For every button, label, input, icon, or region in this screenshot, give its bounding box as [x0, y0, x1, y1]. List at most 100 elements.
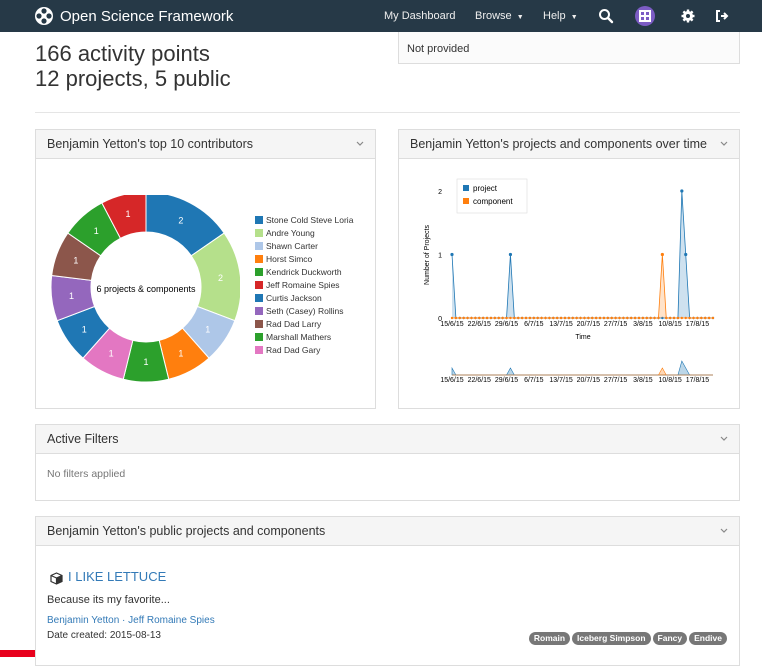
data-point-component[interactable]	[458, 316, 461, 320]
data-point-component[interactable]	[641, 316, 645, 320]
data-point-component[interactable]	[660, 252, 664, 257]
gear-icon[interactable]	[679, 7, 697, 25]
data-point-component[interactable]	[614, 316, 617, 320]
help-menu[interactable]: Help ▼	[543, 10, 578, 22]
tag-badge[interactable]: Fancy	[652, 632, 688, 645]
data-point-component[interactable]	[665, 316, 668, 320]
chevron-down-icon[interactable]	[719, 140, 729, 148]
data-point-component[interactable]	[626, 316, 629, 320]
data-point-component[interactable]	[532, 316, 536, 320]
data-point-component[interactable]	[711, 316, 715, 320]
contributors-legend: Stone Cold Steve Loria Andre Young Shawn C…	[255, 213, 353, 356]
chevron-down-icon[interactable]	[719, 527, 729, 535]
timeline-panel-header[interactable]: Benjamin Yetton's projects and component…	[399, 130, 739, 159]
user-avatar-icon[interactable]	[634, 5, 656, 27]
data-point-component[interactable]	[622, 316, 625, 320]
data-point-component[interactable]	[676, 316, 680, 320]
data-point-component[interactable]	[579, 316, 582, 320]
data-point-component[interactable]	[587, 316, 590, 320]
projects-count: 12 projects, 5 public	[35, 66, 231, 91]
project-contributors-link[interactable]: Benjamin Yetton · Jeff Romaine Spies	[47, 615, 215, 626]
data-point-component[interactable]	[450, 316, 454, 320]
data-point-project[interactable]	[680, 189, 684, 193]
data-point-component[interactable]	[555, 316, 559, 320]
data-point-component[interactable]	[610, 316, 613, 320]
data-point-component[interactable]	[481, 316, 485, 320]
tag-badge[interactable]: Romain	[528, 632, 571, 645]
data-point-component[interactable]	[598, 316, 602, 320]
data-point-component[interactable]	[544, 316, 547, 320]
data-point-component[interactable]	[536, 316, 539, 320]
data-point-component[interactable]	[692, 316, 695, 320]
data-point-component[interactable]	[466, 316, 469, 320]
data-point-component[interactable]	[501, 316, 504, 320]
tag-badge[interactable]: Endive	[689, 632, 727, 645]
data-point-component[interactable]	[704, 316, 707, 320]
data-point-component[interactable]	[591, 316, 594, 320]
data-point-component[interactable]	[454, 316, 458, 320]
data-point-component[interactable]	[668, 316, 672, 320]
search-icon[interactable]	[597, 7, 615, 25]
data-point-component[interactable]	[637, 316, 641, 320]
data-point-component[interactable]	[583, 316, 586, 320]
data-point-component[interactable]	[575, 316, 578, 320]
data-point-component[interactable]	[672, 316, 676, 320]
data-point-component[interactable]	[513, 316, 516, 320]
chevron-down-icon[interactable]	[719, 435, 729, 443]
data-point-component[interactable]	[707, 316, 711, 320]
data-point-project[interactable]	[684, 252, 688, 257]
data-point-component[interactable]	[552, 316, 555, 320]
data-point-component[interactable]	[520, 316, 524, 320]
data-point-component[interactable]	[696, 316, 699, 320]
data-point-component[interactable]	[633, 316, 637, 320]
project-title-link[interactable]: I LIKE LETTUCE	[68, 569, 166, 584]
data-point-component[interactable]	[489, 316, 493, 320]
public-projects-panel-header[interactable]: Benjamin Yetton's public projects and co…	[36, 517, 739, 546]
data-point-component[interactable]	[684, 316, 687, 320]
data-point-component[interactable]	[618, 316, 621, 320]
data-point-project[interactable]	[508, 252, 513, 257]
x-tick-label: 6/7/15	[524, 321, 544, 328]
data-point-component[interactable]	[528, 316, 532, 320]
y-tick-label: 1	[438, 253, 442, 260]
data-point-component[interactable]	[680, 316, 684, 320]
data-point-component[interactable]	[517, 316, 520, 320]
feedback-tab[interactable]	[0, 650, 35, 657]
data-point-component[interactable]	[657, 316, 660, 320]
data-point-component[interactable]	[524, 316, 528, 320]
data-point-component[interactable]	[649, 316, 652, 320]
data-point-component[interactable]	[594, 316, 598, 320]
data-point-component[interactable]	[462, 316, 465, 320]
filters-panel-header[interactable]: Active Filters	[36, 425, 739, 454]
data-point-component[interactable]	[509, 316, 512, 320]
data-point-component[interactable]	[474, 316, 477, 320]
data-point-component[interactable]	[571, 316, 574, 320]
data-point-component[interactable]	[540, 316, 543, 320]
tag-badge[interactable]: Iceberg Simpson	[572, 632, 651, 645]
chevron-down-icon[interactable]	[355, 140, 365, 148]
data-point-component[interactable]	[567, 316, 571, 320]
data-point-project[interactable]	[450, 252, 454, 257]
sign-out-icon[interactable]	[713, 7, 731, 25]
data-point-component[interactable]	[602, 316, 606, 320]
data-point-component[interactable]	[559, 316, 563, 320]
brand-link[interactable]: Open Science Framework	[34, 6, 233, 26]
my-dashboard-link[interactable]: My Dashboard	[384, 10, 456, 22]
data-point-component[interactable]	[548, 316, 551, 320]
data-point-component[interactable]	[645, 316, 648, 320]
contributors-panel-header[interactable]: Benjamin Yetton's top 10 contributors	[36, 130, 375, 159]
data-point-component[interactable]	[563, 316, 567, 320]
brand-name: Open Science Framework	[60, 7, 234, 25]
data-point-component[interactable]	[470, 316, 473, 320]
data-point-component[interactable]	[493, 316, 497, 320]
data-point-component[interactable]	[606, 316, 610, 320]
data-point-component[interactable]	[688, 316, 691, 320]
data-point-component[interactable]	[700, 316, 703, 320]
data-point-component[interactable]	[505, 316, 508, 320]
data-point-component[interactable]	[478, 316, 481, 320]
browse-menu[interactable]: Browse ▼	[475, 10, 524, 22]
data-point-component[interactable]	[629, 316, 633, 320]
data-point-component[interactable]	[653, 316, 656, 320]
data-point-component[interactable]	[485, 316, 489, 320]
data-point-component[interactable]	[497, 316, 500, 320]
